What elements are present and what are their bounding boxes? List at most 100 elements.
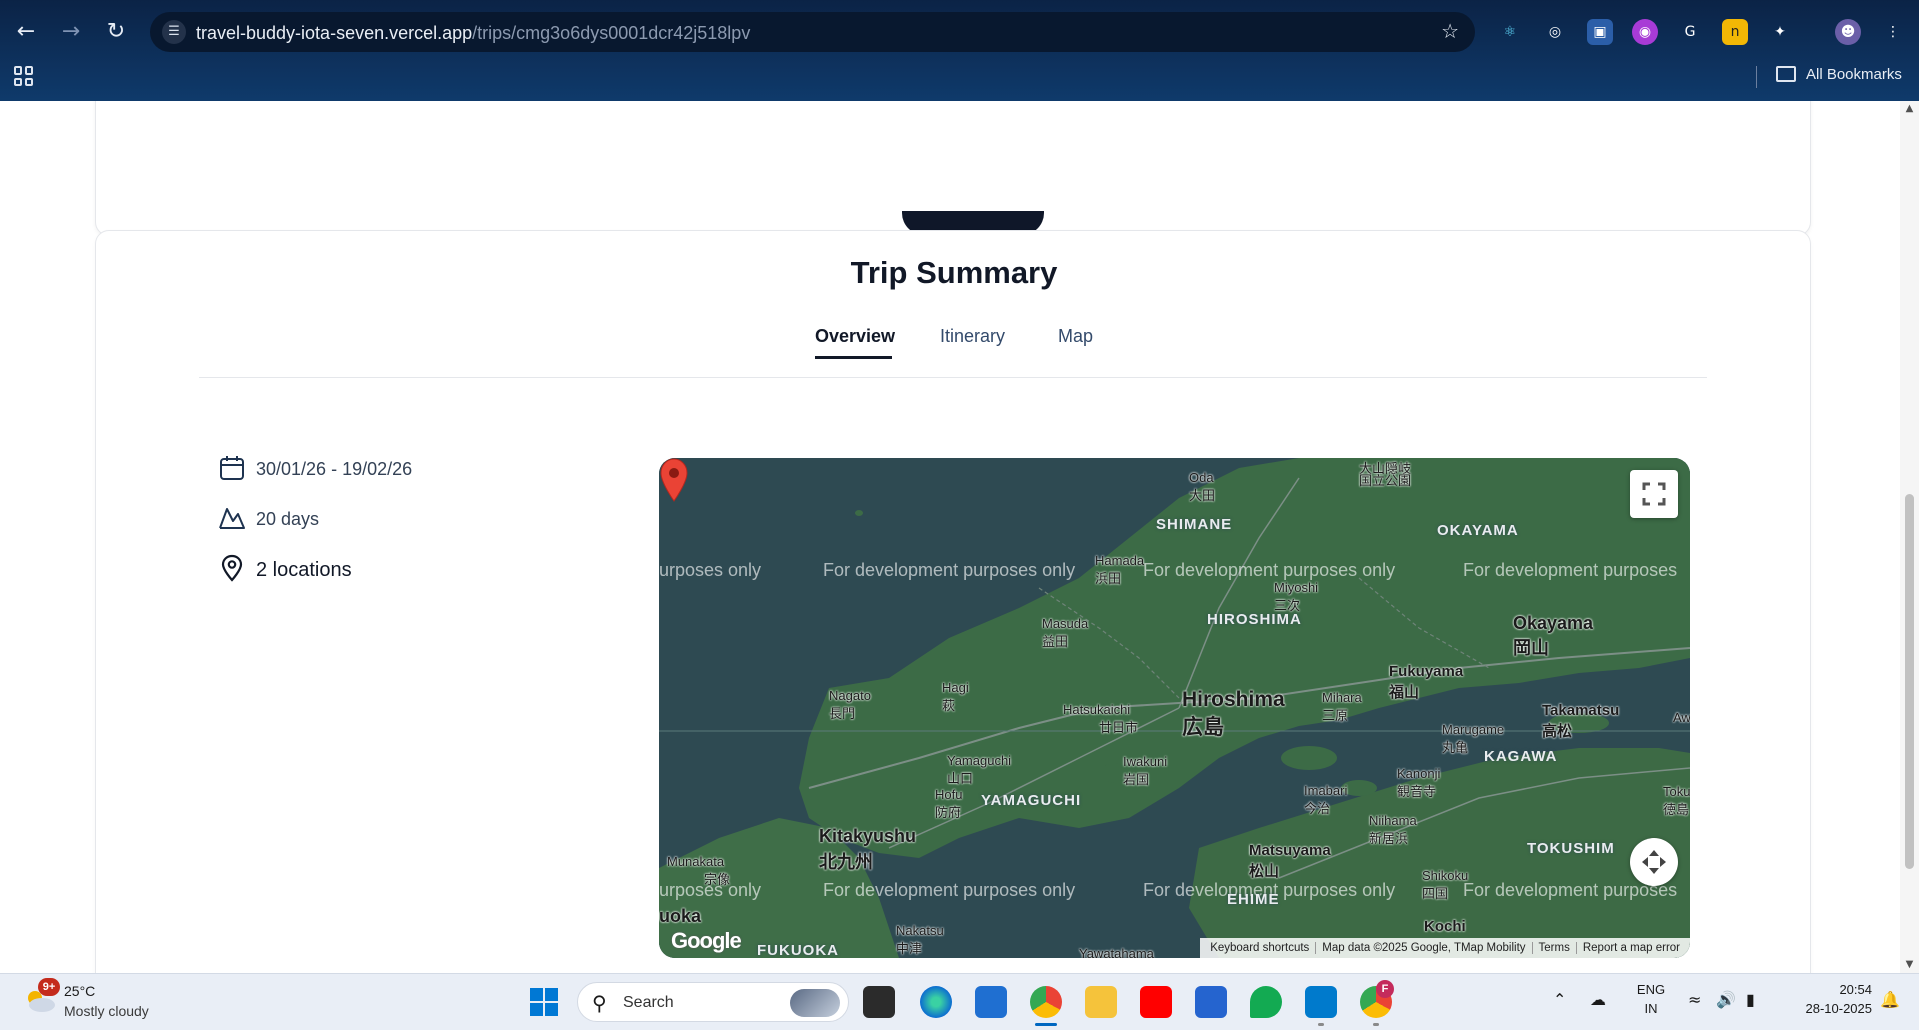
pan-arrows-icon <box>1642 850 1666 874</box>
extensions-puzzle-icon[interactable]: ✦ <box>1767 19 1793 45</box>
grammarly-icon[interactable]: G <box>1677 19 1703 45</box>
map-data-text: Map data ©2025 Google, TMap Mobility <box>1315 942 1532 954</box>
terms-link[interactable]: Terms <box>1531 942 1576 954</box>
map-region-label: SHIMANE <box>1156 516 1233 533</box>
map-city-label: Fukuyama <box>1389 663 1464 680</box>
task-view-icon[interactable] <box>863 986 895 1018</box>
all-bookmarks-link[interactable]: All Bookmarks <box>1806 66 1902 83</box>
mongodb-compass-icon[interactable] <box>1250 986 1282 1018</box>
forward-button[interactable]: → <box>55 16 87 48</box>
report-map-error-link[interactable]: Report a map error <box>1575 942 1686 954</box>
trip-map[interactable]: urposes only For development purposes on… <box>659 458 1690 958</box>
taskbar-search-label: Search <box>623 994 674 1011</box>
taskbar-search[interactable]: ⚲ Search <box>577 982 849 1022</box>
scroll-thumb[interactable] <box>1905 494 1914 869</box>
map-city-label: Hofu <box>935 787 963 802</box>
vscode-icon[interactable] <box>1305 986 1337 1018</box>
apps-grid-icon[interactable] <box>14 66 34 86</box>
windows-start-icon[interactable] <box>528 986 560 1018</box>
map-city-label: Marugame <box>1442 722 1505 737</box>
map-city-label: 徳島 <box>1663 802 1690 817</box>
map-city-label: Kochi <box>1424 918 1466 935</box>
tab-map[interactable]: Map <box>1058 326 1093 347</box>
folder-icon[interactable] <box>1776 66 1796 82</box>
onedrive-cloud-icon[interactable]: ☁ <box>1590 990 1606 1009</box>
window-extension-icon[interactable]: ▣ <box>1587 19 1613 45</box>
map-region-label: TOKUSHIM <box>1527 840 1615 857</box>
map-city-label: 益田 <box>1042 634 1069 649</box>
trip-summary-title: Trip Summary <box>850 255 1058 290</box>
map-watermark: For development purposes only <box>823 880 1076 900</box>
map-city-label: Shikoku <box>1422 868 1469 883</box>
yellow-extension-icon[interactable]: n <box>1722 19 1748 45</box>
map-attribution: Keyboard shortcuts Map data ©2025 Google,… <box>1200 938 1690 958</box>
url-host: travel-buddy-iota-seven.vercel.app <box>196 23 473 43</box>
duration-text: 20 days <box>256 509 320 529</box>
url-text[interactable]: travel-buddy-iota-seven.vercel.app/trips… <box>196 23 750 44</box>
summary-tabs: Overview Itinerary Map <box>96 326 1812 366</box>
clock-date[interactable]: 28-10-2025 <box>1780 1001 1873 1016</box>
search-icon: ⚲ <box>592 991 607 1015</box>
weather-notification-badge: 9+ <box>38 978 60 996</box>
map-city-label: Yawatahama <box>1079 946 1154 958</box>
address-bar[interactable]: ☰ travel-buddy-iota-seven.vercel.app/tri… <box>150 12 1475 52</box>
map-city-label: 廿日市 <box>1099 720 1139 735</box>
show-hidden-icons-chevron-icon[interactable]: ⌃ <box>1553 990 1566 1009</box>
battery-icon[interactable]: ▮ <box>1746 990 1755 1009</box>
site-info-icon[interactable]: ☰ <box>162 20 186 44</box>
more-menu-icon[interactable]: ⋮ <box>1880 19 1906 45</box>
map-city-label: 岡山 <box>1513 638 1549 658</box>
back-button[interactable]: ← <box>10 16 42 48</box>
map-city-label: 広島 <box>1182 716 1224 739</box>
bookmarks-bar: All Bookmarks <box>0 58 1919 96</box>
youtube-icon[interactable] <box>1140 986 1172 1018</box>
notification-bell-icon[interactable]: 🔔 <box>1880 990 1900 1009</box>
map-city-label: Mihara <box>1322 690 1362 705</box>
purple-extension-icon[interactable]: ◉ <box>1632 19 1658 45</box>
bookmarks-separator <box>1756 66 1757 88</box>
map-city-label: 新居浜 <box>1369 831 1409 846</box>
weather-temperature[interactable]: 25°C <box>64 983 95 999</box>
map-marker-icon[interactable] <box>659 458 689 502</box>
map-city-label: Hamada <box>1095 553 1145 568</box>
weather-description[interactable]: Mostly cloudy <box>64 1003 149 1019</box>
map-watermark: For development purposes only <box>1143 560 1396 580</box>
keyboard-shortcuts-link[interactable]: Keyboard shortcuts <box>1204 942 1315 954</box>
chrome-icon[interactable] <box>1030 986 1062 1018</box>
edge-browser-icon[interactable] <box>920 986 952 1018</box>
file-explorer-icon[interactable] <box>1085 986 1117 1018</box>
bookmark-star-icon[interactable]: ☆ <box>1441 19 1459 43</box>
location-pin-icon <box>221 554 243 582</box>
fullscreen-button[interactable] <box>1630 470 1678 518</box>
vscode-running-indicator <box>1318 1023 1324 1026</box>
map-city-label: Imabari <box>1304 783 1348 798</box>
map-city-label: 福山 <box>1389 684 1420 701</box>
microsoft-store-icon[interactable] <box>975 986 1007 1018</box>
clock-time[interactable]: 20:54 <box>1780 982 1872 997</box>
language-indicator-top[interactable]: ENG <box>1636 982 1666 997</box>
scroll-down-arrow-icon[interactable]: ▼ <box>1904 959 1915 970</box>
map-city-label: uoka <box>659 906 702 926</box>
scroll-up-arrow-icon[interactable]: ▲ <box>1904 103 1915 114</box>
page-scrollbar[interactable]: ▲ ▼ <box>1900 101 1919 973</box>
map-city-label: Toku <box>1663 784 1690 799</box>
profile-avatar[interactable]: ☻ <box>1835 19 1861 45</box>
tab-overview[interactable]: Overview <box>815 326 895 347</box>
camera-control-button[interactable] <box>1630 838 1678 886</box>
wifi-icon[interactable]: ≈ <box>1688 990 1701 1009</box>
map-region-label: FUKUOKA <box>757 942 839 958</box>
browser-toolbar: ← → ↻ ☰ travel-buddy-iota-seven.vercel.a… <box>0 10 1919 52</box>
react-devtools-icon[interactable]: ⚛ <box>1497 19 1523 45</box>
target-extension-icon[interactable]: ◎ <box>1542 19 1568 45</box>
map-city-label: 北九州 <box>819 852 873 872</box>
tab-itinerary[interactable]: Itinerary <box>940 326 1005 347</box>
reload-button[interactable]: ↻ <box>100 16 132 48</box>
language-indicator-bottom[interactable]: IN <box>1636 1001 1666 1016</box>
map-city-label: 三次 <box>1274 598 1301 613</box>
map-city-label: 宗像 <box>704 872 731 887</box>
todo-icon[interactable] <box>1195 986 1227 1018</box>
date-range-text: 30/01/26 - 19/02/26 <box>256 459 413 479</box>
map-city-label: 岩国 <box>1123 772 1150 787</box>
fullscreen-icon <box>1642 482 1666 506</box>
volume-icon[interactable]: 🔊 <box>1716 990 1736 1009</box>
